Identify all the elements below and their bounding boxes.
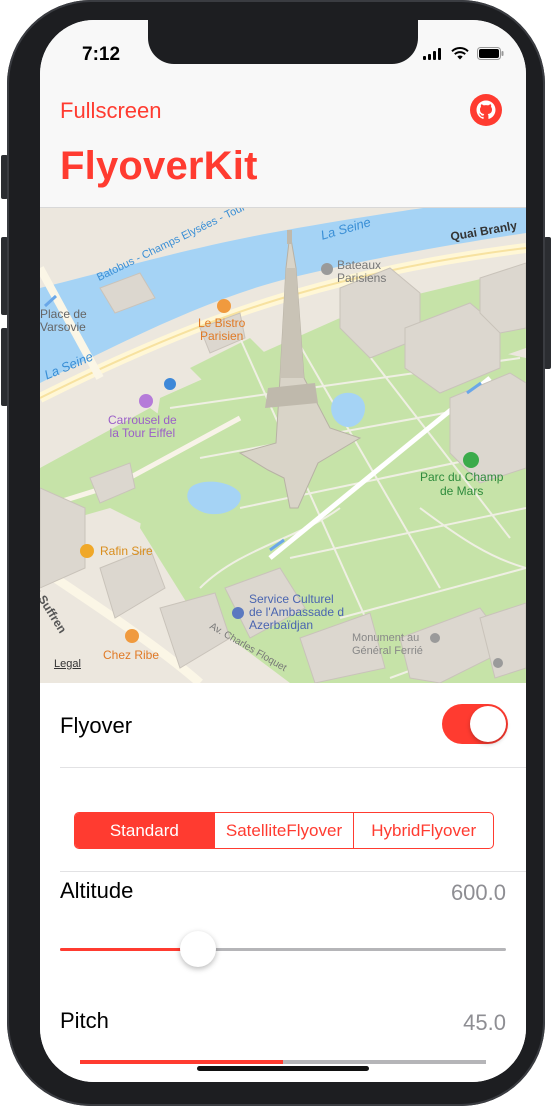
signal-icon <box>423 47 441 60</box>
legal-link[interactable]: Legal <box>54 658 81 670</box>
pitch-value: 45.0 <box>463 1010 506 1035</box>
status-icons <box>423 47 504 60</box>
map-view[interactable]: La Seine La Seine Quai Branly Batobus - … <box>40 208 526 683</box>
toggle-knob <box>470 706 506 742</box>
fullscreen-button[interactable]: Fullscreen <box>60 98 161 124</box>
screen: 7:12 Fullscreen FlyoverKit La Seine La S… <box>40 20 526 1082</box>
map-label-carrousel[interactable]: Carrousel de la Tour Eiffel <box>108 414 177 440</box>
slider-fill <box>80 1060 283 1064</box>
altitude-slider[interactable] <box>60 931 506 967</box>
status-time: 7:12 <box>82 44 121 65</box>
github-icon[interactable] <box>470 94 502 126</box>
altitude-value: 600.0 <box>450 880 506 905</box>
flyover-toggle[interactable] <box>442 704 508 744</box>
power-button <box>544 237 551 369</box>
phone-frame: 7:12 Fullscreen FlyoverKit La Seine La S… <box>7 0 545 1106</box>
divider <box>60 871 526 872</box>
map-label-le-bistro[interactable]: Le Bistro Parisien <box>198 317 245 343</box>
flyover-label: Flyover <box>60 713 133 738</box>
slider-thumb[interactable] <box>180 931 217 967</box>
map-label-service-culturel[interactable]: Service Culturel de l'Ambassade d Azerbaïd… <box>249 593 344 632</box>
map-label-chez-ribe[interactable]: Chez Ribe <box>103 648 159 662</box>
divider <box>60 767 526 768</box>
page-title: FlyoverKit <box>60 144 258 188</box>
altitude-label: Altitude <box>60 878 134 903</box>
notch <box>148 20 418 64</box>
map-label-rafin-sire[interactable]: Rafin Sire <box>100 544 153 558</box>
slider-fill <box>60 948 199 951</box>
segment-satellite-flyover[interactable]: SatelliteFlyover <box>213 813 354 848</box>
map-label-parc-champ-de-mars[interactable]: Parc du Champ de Mars <box>420 470 503 498</box>
controls-panel: Flyover Standard SatelliteFlyover Hybrid… <box>40 683 526 1082</box>
segment-standard[interactable]: Standard <box>75 813 214 848</box>
map-label-place-varsovie: Place de Varsovie <box>40 307 87 334</box>
navigation-bar: 7:12 Fullscreen FlyoverKit <box>40 20 526 208</box>
battery-icon <box>477 47 504 60</box>
map-label-bateaux: Bateaux Parisiens <box>337 258 387 285</box>
map-label-monument: Monument au Général Ferrié <box>352 632 423 657</box>
home-indicator[interactable] <box>197 1066 369 1071</box>
wifi-icon <box>451 47 469 60</box>
segment-hybrid-flyover[interactable]: HybridFlyover <box>353 813 493 848</box>
pitch-slider[interactable] <box>80 1060 486 1064</box>
pitch-label: Pitch <box>60 1008 109 1033</box>
map-type-segmented-control[interactable]: Standard SatelliteFlyover HybridFlyover <box>74 812 494 849</box>
